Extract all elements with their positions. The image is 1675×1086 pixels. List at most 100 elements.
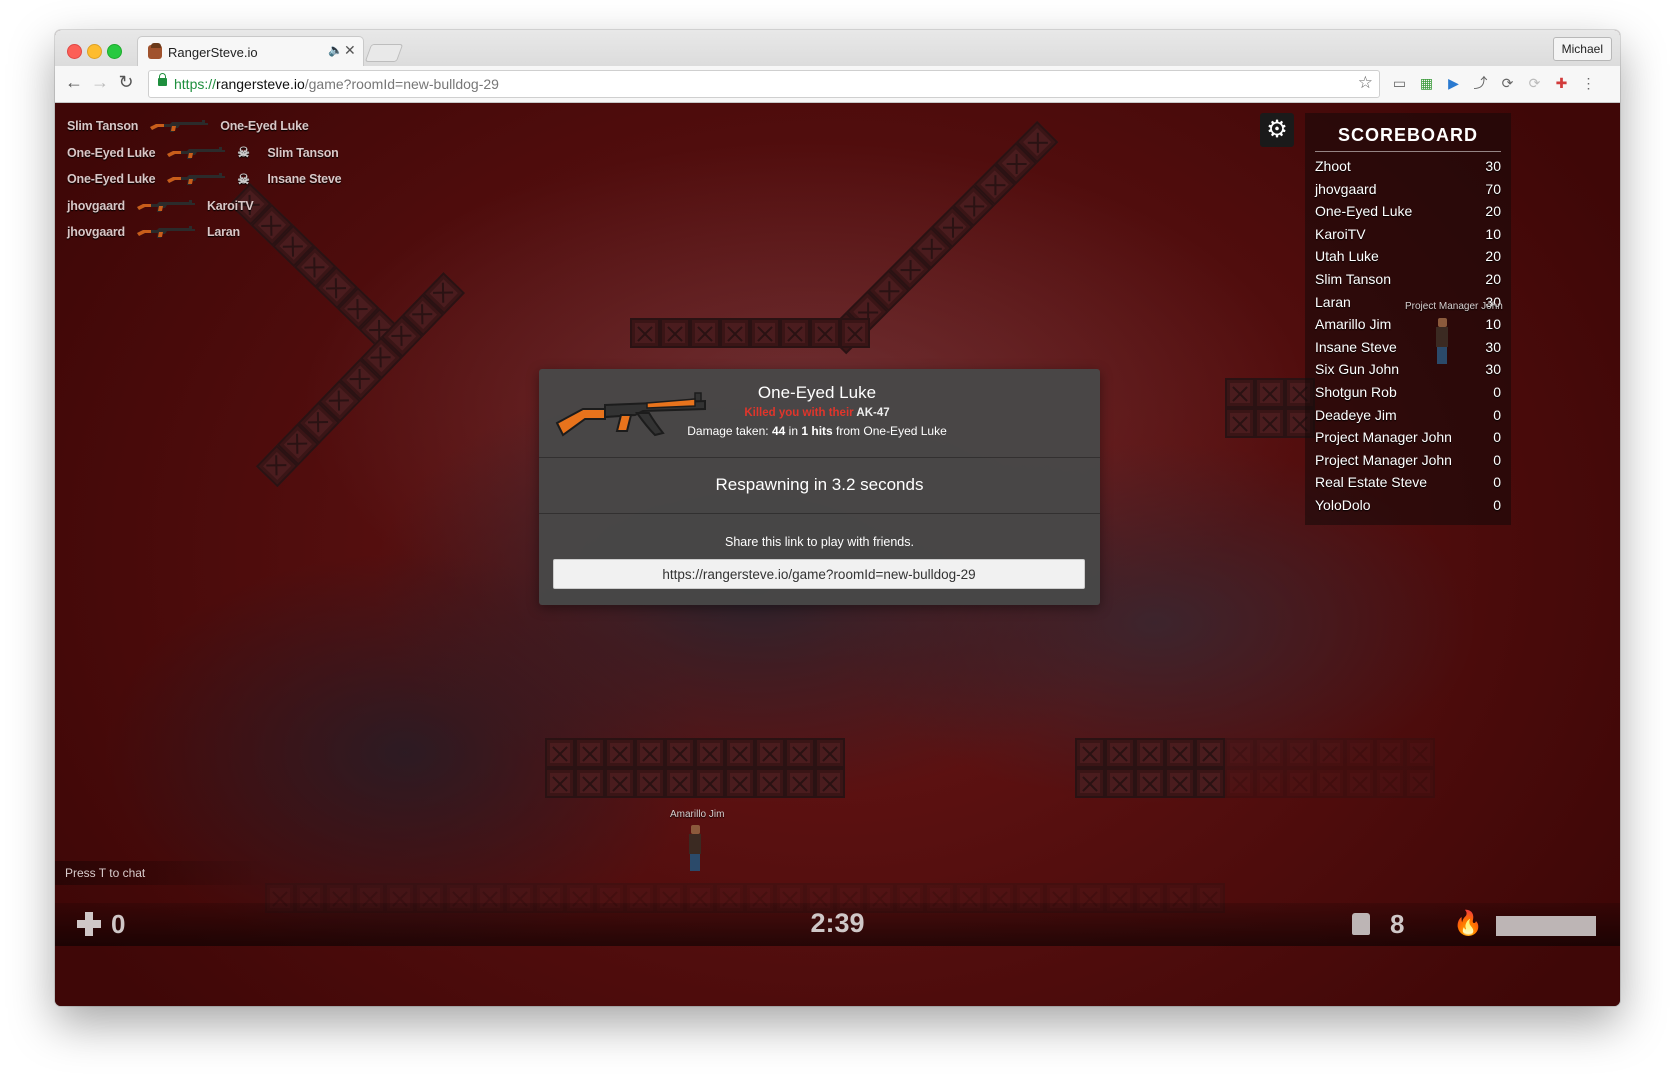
scoreboard-row: Project Manager John 0 xyxy=(1315,452,1501,475)
kill-feed-entry: One-Eyed Luke ☠ Slim Tanson xyxy=(67,140,341,167)
respawn-countdown: Respawning in 3.2 seconds xyxy=(715,475,924,494)
scoreboard-row: Project Manager John 0 xyxy=(1315,429,1501,452)
scoreboard-row: One-Eyed Luke 20 xyxy=(1315,203,1501,226)
scoreboard-row: jhovgaard 70 xyxy=(1315,181,1501,204)
kill-feed-killer: jhovgaard xyxy=(67,225,125,240)
menu-dots-icon[interactable]: ⋮ xyxy=(1580,75,1597,92)
platform-right-ledge xyxy=(1225,378,1315,408)
minimize-window-button[interactable] xyxy=(87,44,102,59)
platform-right-ledge-2 xyxy=(1225,408,1315,438)
scoreboard-divider xyxy=(1315,151,1501,152)
kill-feed-entry: jhovgaard KaroiTV xyxy=(67,193,341,220)
player-name: Shotgun Rob xyxy=(1315,383,1397,400)
back-arrow-icon[interactable]: ← xyxy=(63,72,85,93)
player-name: Laran xyxy=(1315,293,1351,310)
address-bar[interactable]: https://rangersteve.io/game?roomId=new-b… xyxy=(148,70,1380,98)
player-score: 0 xyxy=(1493,429,1501,446)
player-score: 20 xyxy=(1485,203,1501,220)
player-score: 10 xyxy=(1485,225,1501,242)
jetpack-fuel-fill xyxy=(1496,916,1596,936)
kill-feed-victim: KaroiTV xyxy=(206,198,254,213)
scoreboard: SCOREBOARD Zhoot 30 jhovgaard 70 One-Eyed … xyxy=(1305,113,1511,525)
play-extension-icon[interactable]: ▶ xyxy=(1445,75,1462,92)
death-modal: One-Eyed Luke Killed you with their AK-4… xyxy=(539,369,1100,605)
kill-feed-killer: One-Eyed Luke xyxy=(67,145,156,160)
player-sprite-amarillo xyxy=(688,825,702,871)
skull-icon: ☠ xyxy=(237,170,250,187)
chat-hint: Press T to chat xyxy=(55,861,275,885)
ranger-favicon-icon xyxy=(148,45,162,59)
player-label-amarillo: Amarillo Jim xyxy=(670,809,725,820)
scoreboard-row: Utah Luke 20 xyxy=(1315,248,1501,271)
player-name: Project Manager John xyxy=(1315,429,1452,446)
forward-arrow-icon[interactable]: → xyxy=(89,72,111,93)
kill-feed-entry: Slim Tanson One-Eyed Luke xyxy=(67,113,341,140)
reload-icon[interactable]: ↻ xyxy=(115,72,137,93)
kill-feed-entry: One-Eyed Luke ☠ Insane Steve xyxy=(67,166,342,193)
scoreboard-row: Zhoot 30 xyxy=(1315,158,1501,181)
player-name: Zhoot xyxy=(1315,158,1351,174)
platform-bottom-right-2 xyxy=(1075,768,1435,798)
player-name: Insane Steve xyxy=(1315,338,1397,355)
rifle-icon xyxy=(136,226,195,239)
player-name: Utah Luke xyxy=(1315,248,1379,265)
platform-bottom-left-2 xyxy=(545,768,845,798)
rifle-icon xyxy=(150,120,209,133)
scoreboard-row: Slim Tanson 20 xyxy=(1315,271,1501,294)
refresh-extension-icon[interactable]: ⟳ xyxy=(1526,75,1543,92)
scoreboard-row: YoloDolo 0 xyxy=(1315,497,1501,520)
player-label-project-manager: Project Manager John xyxy=(1405,301,1503,312)
lock-icon xyxy=(158,73,167,86)
scoreboard-row: Six Gun John 30 xyxy=(1315,361,1501,384)
killed-prefix: Killed you with their xyxy=(744,407,854,419)
bookmark-star-icon[interactable]: ☆ xyxy=(1358,73,1373,93)
new-tab-button[interactable] xyxy=(364,44,404,62)
red-extension-icon[interactable]: ✚ xyxy=(1553,75,1570,92)
kill-weapon-line: Killed you with their AK-47 xyxy=(679,407,955,419)
player-score: 0 xyxy=(1493,474,1501,491)
profile-button[interactable]: Michael xyxy=(1552,37,1612,61)
tool-extension-icon[interactable]: ⤴ xyxy=(1472,75,1489,92)
skull-icon: ☠ xyxy=(237,144,250,161)
player-score: 20 xyxy=(1485,248,1501,265)
scoreboard-row: Shotgun Rob 0 xyxy=(1315,384,1501,407)
hud-bar: 0 2:39 8 🔥 xyxy=(55,903,1620,946)
scoreboard-row: Real Estate Steve 0 xyxy=(1315,474,1501,497)
kill-feed-entry: jhovgaard Laran xyxy=(67,219,341,246)
scoreboard-row: Insane Steve 30 xyxy=(1315,339,1501,362)
player-score: 0 xyxy=(1493,406,1501,423)
damage-line: Damage taken: 44 in 1 hits from One-Eyed… xyxy=(687,424,947,438)
player-name: Deadeye Jim xyxy=(1315,406,1397,423)
player-name: Project Manager John xyxy=(1315,451,1452,468)
rifle-icon xyxy=(167,173,226,186)
player-name: Slim Tanson xyxy=(1315,270,1392,287)
player-name: Six Gun John xyxy=(1315,361,1400,378)
speaker-icon[interactable]: 🔈 xyxy=(328,43,343,57)
sync-extension-icon[interactable]: ⟳ xyxy=(1499,75,1516,92)
ammo-box-icon xyxy=(1352,913,1370,935)
rifle-icon xyxy=(136,199,195,212)
jetpack-fuel-bar xyxy=(1496,916,1596,936)
kill-feed-killer: One-Eyed Luke xyxy=(67,172,156,187)
player-score: 0 xyxy=(1493,383,1501,400)
cast-icon[interactable]: ▭ xyxy=(1391,75,1408,92)
kill-feed-victim: Insane Steve xyxy=(267,172,342,187)
tab-rangersteve[interactable]: RangerSteve.io 🔈 ✕ xyxy=(137,36,364,67)
settings-gear-icon[interactable]: ⚙ xyxy=(1260,113,1294,147)
killer-info: One-Eyed Luke Killed you with their AK-4… xyxy=(539,369,1100,458)
player-score: 70 xyxy=(1485,180,1501,197)
game-canvas[interactable]: Slim Tanson One-Eyed Luke One-Eyed Luke … xyxy=(55,103,1620,1006)
kill-feed-killer: jhovgaard xyxy=(67,198,125,213)
scoreboard-row: Deadeye Jim 0 xyxy=(1315,407,1501,430)
share-link-input[interactable] xyxy=(553,559,1085,589)
player-name: YoloDolo xyxy=(1315,496,1371,513)
kill-feed-victim: One-Eyed Luke xyxy=(220,119,309,134)
player-score: 10 xyxy=(1485,316,1501,333)
scoreboard-row: KaroiTV 10 xyxy=(1315,226,1501,249)
maximize-window-button[interactable] xyxy=(107,44,122,59)
browser-window: RangerSteve.io 🔈 ✕ Michael ← → ↻ https:/… xyxy=(55,30,1620,1006)
close-window-button[interactable] xyxy=(67,44,82,59)
close-tab-icon[interactable]: ✕ xyxy=(344,42,356,59)
rifle-icon xyxy=(167,146,226,159)
calendar-extension-icon[interactable]: ▦ xyxy=(1418,75,1435,92)
